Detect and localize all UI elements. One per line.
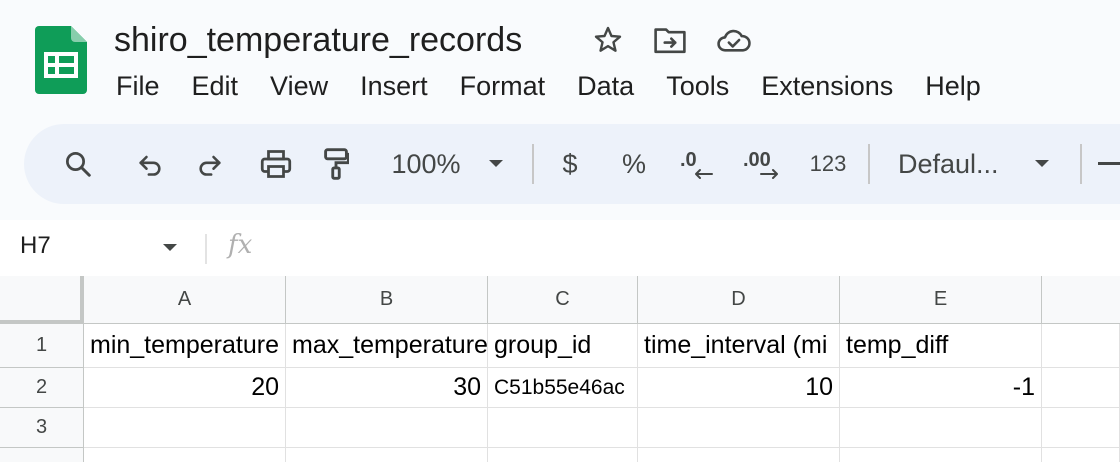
row-header-3[interactable]: 3 [0,408,84,448]
cell-c4[interactable] [488,448,638,462]
title-bar: shiro_temperature_records File Edit View… [0,0,1120,124]
menu-tools[interactable]: Tools [650,66,745,106]
font-value: Defaul... [898,148,999,179]
menu-insert[interactable]: Insert [344,66,444,106]
toolbar-separator [868,144,870,184]
toolbar-separator [532,144,534,184]
cell-e1[interactable]: temp_diff [840,324,1042,368]
chevron-down-icon[interactable] [1030,144,1054,184]
paint-format-icon[interactable] [316,144,356,184]
cell-a4[interactable] [84,448,286,462]
spreadsheet-grid: A B C D E 1 2 3 min_temperature max_temp… [0,276,1120,462]
cell-b1[interactable]: max_temperature [286,324,488,368]
column-header-c[interactable]: C [488,276,638,324]
move-to-folder-icon[interactable] [652,22,688,58]
zoom-select[interactable]: 100% [386,144,466,184]
formula-bar: H7 fx [0,220,1120,276]
toolbar-area: 100% $ % .0 .00 123 Defaul... [0,124,1120,220]
cell-d4[interactable] [638,448,840,462]
cell-c3[interactable] [488,408,638,448]
cell-e2[interactable]: -1 [840,368,1042,408]
number-format-button[interactable]: 123 [806,144,850,184]
zoom-value: 100% [391,148,461,179]
cell-c1[interactable]: group_id [488,324,638,368]
currency-format-button[interactable]: $ [554,144,586,184]
menu-edit[interactable]: Edit [176,66,255,106]
percent-format-button[interactable]: % [616,144,652,184]
cell-c2[interactable]: C51b55e46ac [488,368,638,408]
row-header-4[interactable] [0,448,84,462]
fx-icon: fx [228,230,253,260]
cloud-saved-icon[interactable] [716,22,752,58]
menu-bar: File Edit View Insert Format Data Tools … [100,66,997,106]
formula-bar-separator [205,234,207,264]
cell-b2[interactable]: 30 [286,368,488,408]
select-all-corner[interactable] [0,276,84,324]
cell-d3[interactable] [638,408,840,448]
document-title[interactable]: shiro_temperature_records [114,18,522,62]
cell-a2[interactable]: 20 [84,368,286,408]
cell-a1[interactable]: min_temperature [84,324,286,368]
menu-view[interactable]: View [254,66,344,106]
star-icon[interactable] [590,22,626,58]
sheets-logo-icon[interactable] [35,26,87,94]
chevron-down-icon[interactable] [484,144,508,184]
name-box[interactable]: H7 [20,232,51,260]
column-header-b[interactable]: B [286,276,488,324]
undo-icon[interactable] [130,144,170,184]
cell-f2[interactable] [1042,368,1120,408]
cell-f3[interactable] [1042,408,1120,448]
cell-e4[interactable] [840,448,1042,462]
redo-icon[interactable] [190,144,230,184]
row-header-2[interactable]: 2 [0,368,84,408]
column-header-a[interactable]: A [84,276,286,324]
cell-b3[interactable] [286,408,488,448]
cell-d2[interactable]: 10 [638,368,840,408]
menu-extensions[interactable]: Extensions [745,66,909,106]
increase-decimal-icon[interactable]: .00 [740,144,790,184]
print-icon[interactable] [254,144,298,184]
menu-data[interactable]: Data [561,66,650,106]
cell-f1[interactable] [1042,324,1120,368]
cell-f4[interactable] [1042,448,1120,462]
chevron-down-icon[interactable] [162,240,178,258]
toolbar: 100% $ % .0 .00 123 Defaul... [24,124,1120,204]
cell-e3[interactable] [840,408,1042,448]
menu-help[interactable]: Help [909,66,997,106]
cell-a3[interactable] [84,408,286,448]
svg-text:.0: .0 [680,149,697,171]
minus-icon[interactable] [1098,144,1120,184]
svg-text:.00: .00 [743,149,771,171]
column-header-e[interactable]: E [840,276,1042,324]
decrease-decimal-icon[interactable]: .0 [676,144,720,184]
cell-d1[interactable]: time_interval (mi [638,324,840,368]
toolbar-separator [1080,144,1082,184]
menu-file[interactable]: File [100,66,176,106]
column-header-f[interactable] [1042,276,1120,324]
row-header-1[interactable]: 1 [0,324,84,368]
column-header-d[interactable]: D [638,276,840,324]
cell-b4[interactable] [286,448,488,462]
menu-format[interactable]: Format [444,66,562,106]
font-select[interactable]: Defaul... [898,144,1012,184]
search-icon[interactable] [58,144,98,184]
